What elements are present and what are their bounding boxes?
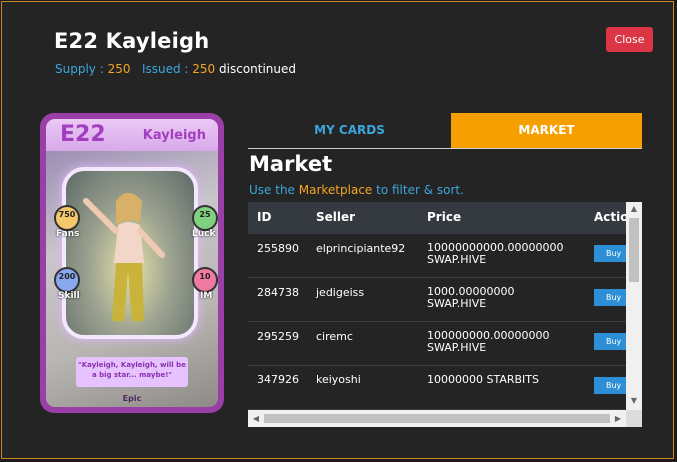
price-token: SWAP.HIVE xyxy=(427,341,487,354)
column-seller: Seller xyxy=(316,210,356,224)
listing-id: 295259 xyxy=(257,330,299,343)
card-code: E22 xyxy=(60,122,106,147)
price-amount: 10000000 STARBITS xyxy=(427,373,539,386)
column-action: Actio xyxy=(594,210,629,224)
fans-stat-label: Fans xyxy=(56,229,80,239)
listing-price: 1000.00000000 SWAP.HIVE xyxy=(427,286,514,310)
buy-button[interactable]: Buy xyxy=(594,377,626,394)
listing-id: 347926 xyxy=(257,373,299,386)
card-quote: "Kayleigh, Kayleigh, will be a big star.… xyxy=(76,357,188,387)
table-header: ID Seller Price Actio xyxy=(248,202,629,234)
column-price: Price xyxy=(427,210,462,224)
card-header: E22 Kayleigh xyxy=(46,119,218,151)
supply-info: Supply : 250 Issued : 250 discontinued xyxy=(55,62,296,76)
card-rarity: Epic xyxy=(122,394,142,403)
horizontal-scroll-thumb[interactable] xyxy=(264,414,610,423)
market-table: ID Seller Price Actio 255890 elprincipia… xyxy=(248,202,642,427)
scroll-right-icon[interactable]: ▶ xyxy=(610,410,626,427)
supply-value: 250 xyxy=(107,62,131,76)
luck-stat-value: 25 xyxy=(199,210,211,219)
dancer-figure-icon xyxy=(83,193,165,321)
table-row: 347926 keiyoshi 10000000 STARBITS Buy xyxy=(248,366,626,410)
skill-stat-badge: 200 xyxy=(54,267,80,293)
status-text: discontinued xyxy=(219,62,297,76)
table-row: 284738 jedigeiss 1000.00000000 SWAP.HIVE… xyxy=(248,278,626,322)
scroll-down-icon[interactable]: ▼ xyxy=(626,394,642,408)
im-stat-badge: 10 xyxy=(192,267,218,293)
card-detail-modal: E22 Kayleigh Supply : 250 Issued : 250 d… xyxy=(1,1,674,459)
market-heading: Market xyxy=(249,152,333,176)
buy-button[interactable]: Buy xyxy=(594,333,626,350)
buy-button[interactable]: Buy xyxy=(594,245,626,262)
issued-value: 250 xyxy=(192,62,216,76)
table-row: 295259 ciremc 100000000.00000000 SWAP.HI… xyxy=(248,322,626,366)
listing-price: 10000000000.00000000 SWAP.HIVE xyxy=(427,242,563,266)
luck-stat-label: Luck xyxy=(192,229,216,239)
price-token: SWAP.HIVE xyxy=(427,253,487,266)
luck-stat-badge: 25 xyxy=(192,205,218,231)
scroll-left-icon[interactable]: ◀ xyxy=(248,410,264,427)
listing-seller: keiyoshi xyxy=(316,373,361,386)
listing-id: 284738 xyxy=(257,286,299,299)
close-button[interactable]: Close xyxy=(606,27,653,52)
listing-price: 10000000 STARBITS xyxy=(427,374,539,386)
card-face: E22 Kayleigh 750 Fans 25 Luck 200 Skill … xyxy=(46,119,218,407)
price-token: SWAP.HIVE xyxy=(427,297,487,310)
listing-seller: elprincipiante92 xyxy=(316,242,406,255)
im-stat-value: 10 xyxy=(199,272,211,281)
card-title: E22 Kayleigh xyxy=(54,29,210,53)
card-name: Kayleigh xyxy=(142,128,206,143)
card-image: E22 Kayleigh 750 Fans 25 Luck 200 Skill … xyxy=(40,113,224,413)
table-row: 255890 elprincipiante92 10000000000.0000… xyxy=(248,234,626,278)
listing-seller: jedigeiss xyxy=(316,286,365,299)
marketplace-link[interactable]: Marketplace xyxy=(299,183,373,197)
listing-price: 100000000.00000000 SWAP.HIVE xyxy=(427,330,549,354)
listing-seller: ciremc xyxy=(316,330,353,343)
card-portrait xyxy=(62,167,198,339)
buy-button[interactable]: Buy xyxy=(594,289,626,306)
market-desc-suffix: to filter & sort. xyxy=(376,183,464,197)
im-stat-label: IM xyxy=(200,291,213,301)
skill-stat-value: 200 xyxy=(58,272,76,281)
tab-market[interactable]: MARKET xyxy=(451,113,642,148)
scrollbar-corner xyxy=(626,410,642,427)
listing-id: 255890 xyxy=(257,242,299,255)
fans-stat-value: 750 xyxy=(58,210,76,219)
scroll-up-icon[interactable]: ▲ xyxy=(626,202,642,216)
issued-label: Issued : xyxy=(141,62,189,76)
skill-stat-label: Skill xyxy=(58,291,80,301)
tab-bar: MY CARDS MARKET xyxy=(248,113,642,149)
supply-label: Supply : xyxy=(55,62,104,76)
fans-stat-badge: 750 xyxy=(54,205,80,231)
vertical-scroll-thumb[interactable] xyxy=(629,218,639,282)
horizontal-scrollbar[interactable]: ◀ ▶ xyxy=(248,410,626,427)
tab-my-cards[interactable]: MY CARDS xyxy=(248,113,451,148)
vertical-scrollbar[interactable]: ▲ ▼ xyxy=(626,202,642,412)
market-description: Use the Marketplace to filter & sort. xyxy=(249,183,464,197)
column-id: ID xyxy=(257,210,272,224)
market-desc-prefix: Use the xyxy=(249,183,295,197)
